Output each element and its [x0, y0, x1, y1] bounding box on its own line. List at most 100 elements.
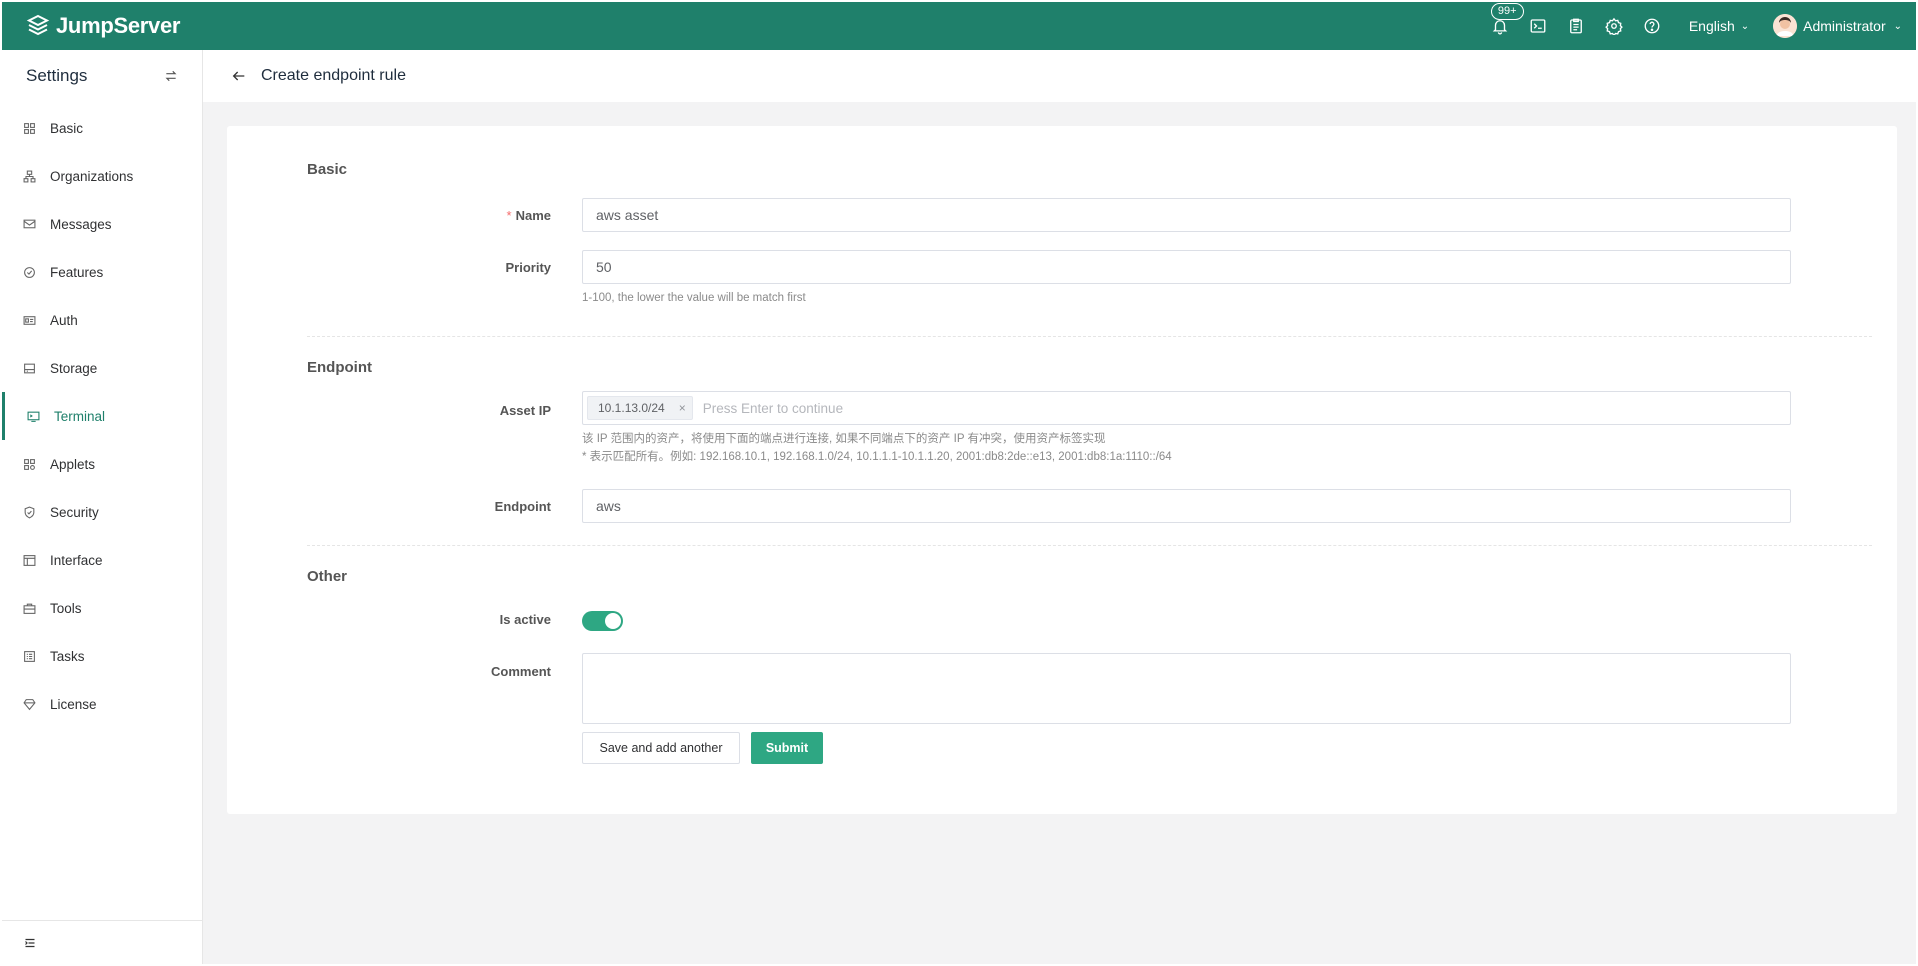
- interface-icon: [22, 553, 36, 567]
- sidebar-item-tools[interactable]: Tools: [2, 584, 202, 632]
- user-name: Administrator: [1803, 18, 1886, 34]
- section-title-basic: Basic: [307, 161, 348, 178]
- priority-hint: 1-100, the lower the value will be match…: [582, 292, 806, 304]
- name-label-text: Name: [515, 208, 551, 223]
- applets-icon: [22, 457, 36, 471]
- asset-ip-entry[interactable]: [702, 400, 1303, 416]
- terminal-icon: [26, 409, 40, 423]
- sidebar-item-messages[interactable]: Messages: [2, 200, 202, 248]
- logo-icon: [26, 14, 50, 36]
- name-value: aws asset: [596, 207, 659, 223]
- asset-ip-hint-2: * 表示匹配所有。例如: 192.168.10.1, 192.168.1.0/2…: [582, 451, 1172, 463]
- chevron-down-icon: ⌄: [1740, 20, 1750, 32]
- page-header: Create endpoint rule: [203, 50, 1916, 102]
- main-content: Create endpoint rule Basic * Name aws ass…: [203, 50, 1916, 964]
- web-terminal-button[interactable]: [1519, 2, 1557, 50]
- endpoint-label: Endpoint: [494, 499, 551, 514]
- sidebar-item-storage[interactable]: Storage: [2, 344, 202, 392]
- sidebar-item-organizations[interactable]: Organizations: [2, 152, 202, 200]
- sidebar-item-security[interactable]: Security: [2, 488, 202, 536]
- section-title-other: Other: [307, 568, 348, 585]
- language-dropdown[interactable]: English ⌄: [1689, 18, 1749, 34]
- settings-button[interactable]: [1595, 2, 1633, 50]
- ip-tag-label: 10.1.13.0/24: [598, 401, 665, 415]
- storage-icon: [22, 361, 36, 375]
- name-input[interactable]: aws asset: [582, 198, 1791, 232]
- sidebar-item-basic[interactable]: Basic: [2, 104, 202, 152]
- sidebar-item-label: Basic: [50, 120, 84, 136]
- save-and-add-another-button[interactable]: Save and add another: [582, 732, 740, 764]
- org-tree-icon: [22, 169, 36, 183]
- sidebar-item-label: Security: [50, 504, 99, 520]
- required-mark: *: [506, 208, 512, 223]
- id-card-icon: [22, 313, 36, 327]
- section-divider: [307, 336, 1872, 337]
- language-label: English: [1688, 18, 1735, 34]
- section-title-endpoint: Endpoint: [307, 359, 372, 376]
- page-title: Create endpoint rule: [261, 67, 406, 84]
- tasks-icon: [22, 649, 36, 663]
- endpoint-select[interactable]: aws: [582, 489, 1791, 523]
- comment-textarea[interactable]: [582, 653, 1791, 724]
- message-icon: [22, 217, 36, 231]
- switch-view-icon[interactable]: [164, 69, 178, 83]
- sidebar-item-tasks[interactable]: Tasks: [2, 632, 202, 680]
- top-header: JumpServer 99+ English ⌄ Administrator ⌄: [2, 2, 1916, 50]
- sidebar-item-label: Features: [50, 264, 104, 280]
- user-menu[interactable]: Administrator ⌄: [1773, 14, 1902, 38]
- collapse-sidebar-icon[interactable]: [24, 937, 36, 949]
- back-arrow-icon[interactable]: [229, 66, 249, 86]
- gear-icon: [1604, 17, 1623, 35]
- ip-tag: 10.1.13.0/24 ×: [587, 396, 693, 420]
- toggle-knob: [605, 613, 621, 629]
- submit-button[interactable]: Submit: [751, 732, 823, 764]
- asset-ip-label: Asset IP: [499, 403, 551, 418]
- sidebar-item-label: Storage: [50, 360, 98, 376]
- name-label: * Name: [311, 208, 551, 223]
- sidebar-item-applets[interactable]: Applets: [2, 440, 202, 488]
- priority-input[interactable]: 50: [582, 250, 1791, 284]
- comment-label: Comment: [491, 664, 551, 679]
- feature-icon: [22, 265, 36, 279]
- sidebar-title: Settings: [26, 66, 88, 85]
- help-button[interactable]: [1633, 2, 1671, 50]
- sidebar-item-label: Applets: [50, 456, 96, 472]
- sidebar-item-terminal[interactable]: Terminal: [2, 392, 202, 440]
- form-card: Basic * Name aws asset Priority 50 1-100,…: [227, 126, 1897, 814]
- license-icon: [22, 697, 36, 711]
- tickets-button[interactable]: [1557, 2, 1595, 50]
- sidebar-item-label: Organizations: [50, 168, 134, 184]
- sidebar-footer: [2, 920, 202, 964]
- sidebar-item-features[interactable]: Features: [2, 248, 202, 296]
- grid-icon: [22, 121, 36, 135]
- tag-close-icon[interactable]: ×: [679, 401, 686, 415]
- is-active-toggle[interactable]: [582, 611, 623, 631]
- chevron-down-icon: ⌄: [1893, 20, 1902, 32]
- sidebar-item-label: Interface: [50, 552, 103, 568]
- toolbox-icon: [22, 601, 36, 615]
- jumpserver-logo[interactable]: JumpServer: [26, 13, 180, 39]
- clipboard-icon: [1569, 18, 1582, 34]
- priority-value: 50: [596, 259, 612, 275]
- is-active-label: Is active: [499, 612, 551, 627]
- section-divider: [307, 545, 1872, 546]
- avatar: [1773, 14, 1798, 38]
- sidebar-item-label: Tasks: [50, 648, 85, 664]
- sidebar-item-auth[interactable]: Auth: [2, 296, 202, 344]
- shield-icon: [22, 505, 36, 519]
- sidebar-item-label: License: [50, 696, 97, 712]
- question-circle-icon: [1644, 18, 1660, 34]
- sidebar-item-interface[interactable]: Interface: [2, 536, 202, 584]
- logo-text: JumpServer: [56, 13, 181, 38]
- notifications-button[interactable]: 99+: [1481, 2, 1524, 50]
- asset-ip-hint-1: 该 IP 范围内的资产，将使用下面的端点进行连接, 如果不同端点下的资产 IP …: [582, 433, 1106, 445]
- sidebar-item-label: Messages: [50, 216, 112, 232]
- priority-label: Priority: [505, 260, 551, 275]
- sidebar-item-label: Terminal: [54, 408, 106, 424]
- user-avatar-icon: [1773, 14, 1798, 38]
- sidebar-item-label: Tools: [50, 600, 82, 616]
- asset-ip-tag-input[interactable]: 10.1.13.0/24 ×: [582, 391, 1791, 425]
- sidebar: Settings Basic Organizations Messages Fe…: [2, 50, 203, 964]
- sidebar-item-license[interactable]: License: [2, 680, 202, 728]
- terminal-icon: [1530, 19, 1546, 33]
